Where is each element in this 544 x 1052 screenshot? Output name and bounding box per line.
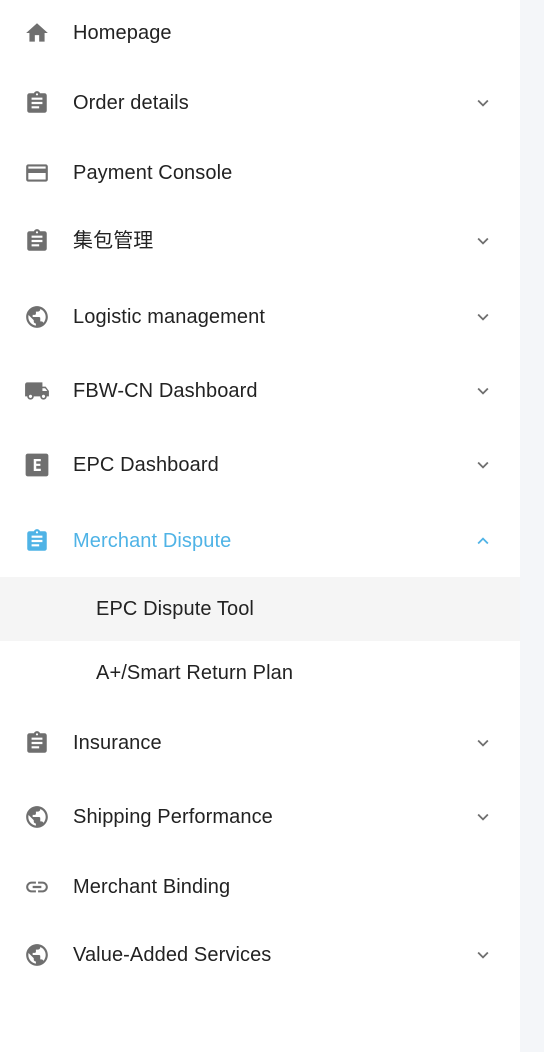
- clipboard-icon: [24, 90, 50, 116]
- sidebar-item-insurance[interactable]: Insurance: [0, 711, 520, 775]
- credit-card-icon: [24, 160, 50, 186]
- sidebar-item-label: Payment Console: [73, 162, 233, 184]
- chevron-down-icon[interactable]: [471, 229, 495, 253]
- sidebar-subitem-epc-dispute-tool[interactable]: EPC Dispute Tool: [0, 577, 520, 641]
- content-area-edge: [520, 0, 544, 1052]
- chevron-down-icon[interactable]: [471, 805, 495, 829]
- sidebar-subitem-label: A+/Smart Return Plan: [96, 662, 294, 684]
- link-icon: [24, 874, 50, 900]
- sidebar-item-label: Merchant Binding: [73, 876, 231, 898]
- chevron-down-icon[interactable]: [471, 305, 495, 329]
- chevron-down-icon[interactable]: [471, 943, 495, 967]
- sidebar-item-label: Value-Added Services: [73, 944, 272, 966]
- sidebar-item-order-details[interactable]: Order details: [0, 71, 520, 135]
- sidebar-item-label: Insurance: [73, 732, 162, 754]
- sidebar-item-logistic-management[interactable]: Logistic management: [0, 285, 520, 349]
- clipboard-icon: [24, 228, 50, 254]
- sidebar-item-merchant-dispute[interactable]: Merchant Dispute: [0, 509, 520, 573]
- globe-icon: [24, 942, 50, 968]
- truck-icon: [24, 378, 50, 404]
- sidebar-item-label: Merchant Dispute: [73, 530, 232, 552]
- sidebar-item-label: Order details: [73, 92, 189, 114]
- globe-icon: [24, 304, 50, 330]
- sidebar-item-label: FBW-CN Dashboard: [73, 380, 258, 402]
- chevron-up-icon[interactable]: [471, 529, 495, 553]
- sidebar-subitem-label: EPC Dispute Tool: [96, 598, 254, 620]
- sidebar-nav: Homepage Order details Payment Console 集…: [0, 0, 520, 1052]
- sidebar-item-fbw-cn-dashboard[interactable]: FBW-CN Dashboard: [0, 359, 520, 423]
- clipboard-icon: [24, 730, 50, 756]
- sidebar-item-label: 集包管理: [73, 230, 154, 252]
- sidebar-item-label: Homepage: [73, 22, 172, 44]
- sidebar-item-value-added-services[interactable]: Value-Added Services: [0, 923, 520, 987]
- sidebar-item-consolidation[interactable]: 集包管理: [0, 209, 520, 273]
- chevron-down-icon[interactable]: [471, 453, 495, 477]
- home-icon: [24, 20, 50, 46]
- sidebar-item-label: Shipping Performance: [73, 806, 273, 828]
- sidebar-item-shipping-performance[interactable]: Shipping Performance: [0, 785, 520, 849]
- sidebar-item-label: Logistic management: [73, 306, 266, 328]
- sidebar-item-payment-console[interactable]: Payment Console: [0, 141, 520, 205]
- chevron-down-icon[interactable]: [471, 731, 495, 755]
- clipboard-icon: [24, 528, 50, 554]
- sidebar-item-homepage[interactable]: Homepage: [0, 1, 520, 65]
- chevron-down-icon[interactable]: [471, 91, 495, 115]
- globe-icon: [24, 804, 50, 830]
- sidebar-item-label: EPC Dashboard: [73, 454, 219, 476]
- sidebar-subitem-smart-return-plan[interactable]: A+/Smart Return Plan: [0, 641, 520, 705]
- chevron-down-icon[interactable]: [471, 379, 495, 403]
- sidebar-item-merchant-binding[interactable]: Merchant Binding: [0, 855, 520, 919]
- letter-e-icon: [24, 452, 50, 478]
- sidebar-item-epc-dashboard[interactable]: EPC Dashboard: [0, 433, 520, 497]
